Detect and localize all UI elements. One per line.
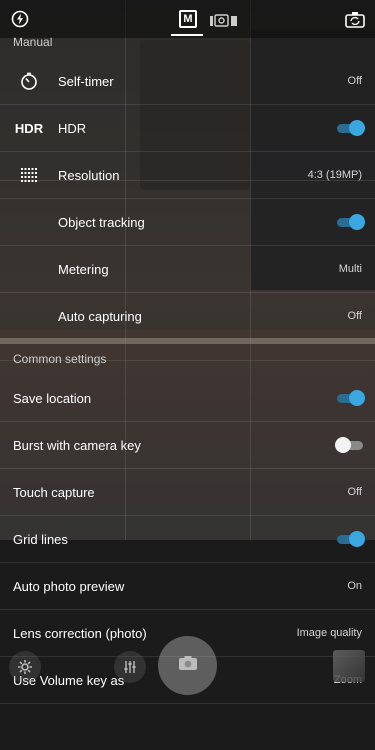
setting-row-object-tracking[interactable]: Object tracking: [0, 199, 375, 246]
setting-row-touch-capture[interactable]: Touch capture Off: [0, 469, 375, 516]
flash-icon[interactable]: [10, 9, 30, 29]
setting-row-resolution[interactable]: Resolution 4:3 (19MP): [0, 152, 375, 199]
setting-row-metering[interactable]: Metering Multi: [0, 246, 375, 293]
camera-icon: [178, 655, 198, 676]
setting-value: 4:3 (19MP): [307, 169, 362, 181]
setting-label: HDR: [58, 120, 87, 136]
setting-value: On: [347, 580, 362, 592]
manual-mode-icon[interactable]: M: [178, 9, 198, 29]
sliders-icon[interactable]: [114, 651, 146, 683]
setting-label: Touch capture: [13, 484, 95, 500]
gear-icon[interactable]: [9, 651, 41, 683]
switch-camera-icon[interactable]: [345, 9, 365, 29]
setting-row-self-timer[interactable]: Self-timer Off: [0, 58, 375, 105]
setting-row-auto-photo-preview[interactable]: Auto photo preview On: [0, 563, 375, 610]
setting-label: Metering: [58, 261, 109, 277]
setting-label: Auto photo preview: [13, 578, 125, 594]
setting-row-hdr[interactable]: HDR HDR: [0, 105, 375, 152]
setting-label: Resolution: [58, 167, 120, 183]
object-tracking-toggle[interactable]: [337, 213, 365, 230]
setting-row-save-location[interactable]: Save location: [0, 375, 375, 422]
setting-label: Save location: [13, 390, 92, 406]
grid-dots-icon: [16, 162, 42, 188]
setting-label: Grid lines: [13, 531, 68, 547]
gallery-thumbnail[interactable]: [333, 650, 365, 682]
hdr-toggle[interactable]: [337, 119, 365, 136]
setting-label: Self-timer: [58, 73, 114, 89]
active-mode-indicator: [171, 34, 203, 36]
setting-value: Multi: [338, 263, 362, 275]
burst-toggle[interactable]: [335, 436, 363, 453]
setting-label: Auto capturing: [58, 308, 142, 324]
setting-value: Off: [347, 486, 362, 498]
setting-row-auto-capturing[interactable]: Auto capturing Off: [0, 293, 375, 339]
setting-label: Burst with camera key: [13, 437, 141, 453]
setting-value: Off: [347, 310, 362, 322]
setting-row-burst[interactable]: Burst with camera key: [0, 422, 375, 469]
section-title-common: Common settings: [13, 352, 107, 366]
photo-mode-icon[interactable]: [208, 9, 238, 29]
top-bar: M: [0, 0, 375, 38]
settings-panel: Manual Self-timer Off HDR HDR Resolution…: [0, 26, 375, 704]
save-location-toggle[interactable]: [337, 389, 365, 406]
timer-icon: [16, 68, 42, 94]
hdr-icon: HDR: [14, 120, 44, 136]
camera-controls: [0, 636, 375, 696]
grid-lines-toggle[interactable]: [337, 530, 365, 547]
setting-label: Object tracking: [58, 214, 145, 230]
shutter-button[interactable]: [158, 636, 217, 695]
setting-row-grid-lines[interactable]: Grid lines: [0, 516, 375, 563]
setting-value: Off: [347, 75, 362, 87]
